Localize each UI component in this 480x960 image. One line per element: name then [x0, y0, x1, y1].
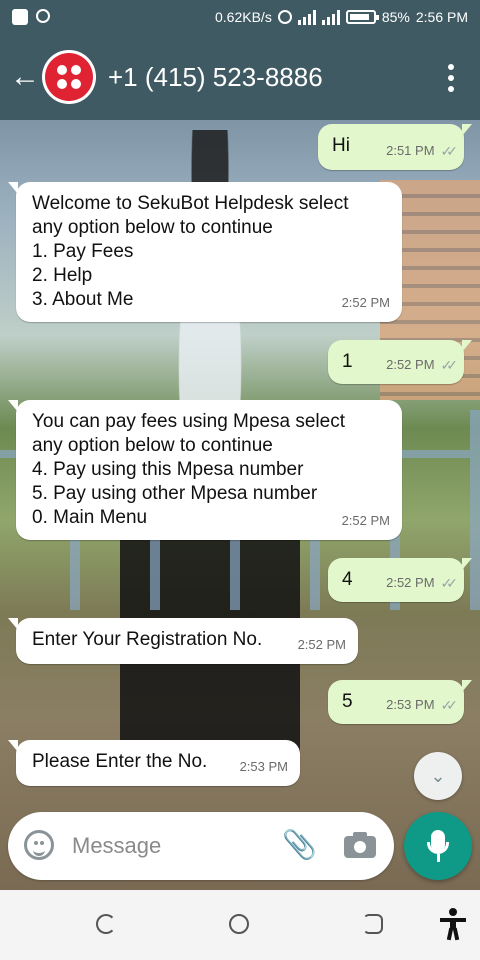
message-bubble-incoming[interactable]: Welcome to SekuBot Helpdesk select any o… — [8, 182, 402, 322]
status-indicators: 0.62KB/s 85% 2:56 PM — [215, 9, 468, 25]
emoji-icon[interactable] — [24, 830, 54, 860]
message-text: Welcome to SekuBot Helpdesk select any o… — [32, 193, 349, 310]
read-ticks-icon: ✓✓ — [440, 575, 459, 591]
camera-icon[interactable] — [344, 830, 376, 858]
message-bubble-incoming[interactable]: You can pay fees using Mpesa select any … — [8, 400, 402, 540]
notification-icon — [12, 9, 28, 25]
message-time: 2:51 PM — [386, 143, 435, 158]
message-time: 2:52 PM — [297, 637, 346, 652]
nav-back-icon[interactable] — [96, 914, 116, 934]
message-time: 2:52 PM — [341, 295, 390, 310]
message-time: 2:52 PM — [386, 575, 435, 590]
chat-area[interactable]: Hi 2:51 PM ✓✓ Welcome to SekuBot Helpdesk… — [0, 120, 480, 890]
message-input[interactable] — [70, 830, 264, 862]
notification-icons — [12, 9, 50, 25]
signal-icon — [297, 9, 316, 25]
read-ticks-icon: ✓✓ — [440, 357, 459, 373]
attachment-icon[interactable]: 📎 — [282, 828, 317, 862]
system-nav-bar — [0, 890, 480, 960]
sync-icon — [36, 9, 50, 23]
contact-name[interactable]: +1 (415) 523-8886 — [108, 62, 323, 93]
nav-recents-icon[interactable] — [363, 914, 383, 934]
message-time: 2:52 PM — [386, 357, 435, 372]
message-text: Please Enter the No. — [32, 751, 208, 772]
clock: 2:56 PM — [415, 9, 468, 25]
message-bubble-incoming[interactable]: Please Enter the No. 2:53 PM — [8, 740, 300, 786]
battery-icon — [345, 10, 379, 24]
message-bubble-incoming[interactable]: Enter Your Registration No. 2:52 PM — [8, 618, 358, 664]
message-bubble-outgoing[interactable]: 4 2:52 PM ✓✓ — [328, 558, 472, 602]
voice-message-button[interactable] — [404, 812, 472, 880]
message-text: 5 — [342, 691, 353, 712]
message-composer: 📎 — [8, 812, 394, 880]
message-text: Enter Your Registration No. — [32, 629, 263, 650]
message-text: 1 — [342, 351, 353, 372]
message-text: Hi — [332, 135, 350, 156]
message-text: You can pay fees using Mpesa select any … — [32, 411, 345, 528]
more-vertical-icon[interactable] — [448, 64, 454, 92]
battery-percent: 85% — [381, 9, 410, 25]
nav-home-icon[interactable] — [229, 914, 249, 934]
read-ticks-icon: ✓✓ — [440, 143, 459, 159]
accessibility-icon[interactable] — [440, 908, 466, 941]
message-bubble-outgoing[interactable]: Hi 2:51 PM ✓✓ — [318, 124, 472, 170]
message-time: 2:53 PM — [239, 759, 288, 774]
message-text: 4 — [342, 569, 353, 590]
network-speed: 0.62KB/s — [215, 9, 272, 25]
avatar[interactable] — [42, 50, 96, 104]
chevron-double-down-icon: ⌄ — [430, 765, 446, 786]
message-bubble-outgoing[interactable]: 5 2:53 PM ✓✓ — [328, 680, 472, 724]
status-bar: 0.62KB/s 85% 2:56 PM — [0, 0, 480, 36]
chat-header: ← +1 (415) 523-8886 — [0, 36, 480, 120]
signal-icon-2 — [321, 9, 340, 25]
message-bubble-outgoing[interactable]: 1 2:52 PM ✓✓ — [328, 340, 472, 384]
message-time: 2:53 PM — [386, 697, 435, 712]
message-time: 2:52 PM — [341, 513, 390, 528]
hotspot-icon — [277, 10, 292, 24]
read-ticks-icon: ✓✓ — [440, 697, 459, 713]
arrow-left-icon[interactable]: ← — [10, 62, 40, 92]
scroll-down-button[interactable]: ⌄ — [414, 752, 462, 800]
